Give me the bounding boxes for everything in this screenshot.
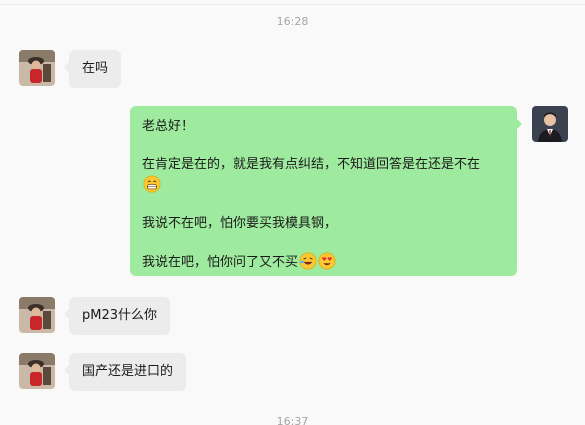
- message-text: 老总好！: [142, 119, 195, 134]
- chat-window: 16:28 在吗 老总好！ 在肯定是在的，就是我有点纠结，不知道回答是在还是不在: [0, 0, 585, 425]
- contact-avatar[interactable]: [19, 297, 55, 333]
- contact-avatar[interactable]: [19, 50, 55, 86]
- message-text: 在吗: [82, 61, 109, 76]
- timestamp: 16:37: [276, 415, 309, 425]
- message-bubble[interactable]: 国产还是进口的: [63, 353, 187, 391]
- message-bubble[interactable]: pM23什么你: [63, 297, 171, 335]
- my-avatar[interactable]: [532, 106, 568, 142]
- message-text: 国产还是进口的: [82, 364, 174, 379]
- message-bubble-outgoing[interactable]: 老总好！ 在肯定是在的，就是我有点纠结，不知道回答是在还是不在 我说不在吧，怕你…: [130, 106, 522, 276]
- grinning-face-icon: [143, 175, 161, 193]
- heart-eyes-face-icon: [318, 252, 336, 270]
- message-bubble[interactable]: 在吗: [63, 50, 122, 88]
- message-text: 在肯定是在的，就是我有点纠结，不知道回答是在还是不在: [142, 157, 481, 172]
- contact-avatar[interactable]: [19, 353, 55, 389]
- message-text: 我说在吧，怕你问了又不买: [142, 255, 299, 270]
- message-text: pM23什么你: [82, 308, 158, 323]
- message-text: 我说不在吧，怕你要买我模具钢，: [142, 216, 338, 231]
- timestamp: 16:28: [276, 15, 309, 28]
- top-divider: [0, 4, 585, 5]
- rolling-laughing-face-icon: [299, 252, 317, 270]
